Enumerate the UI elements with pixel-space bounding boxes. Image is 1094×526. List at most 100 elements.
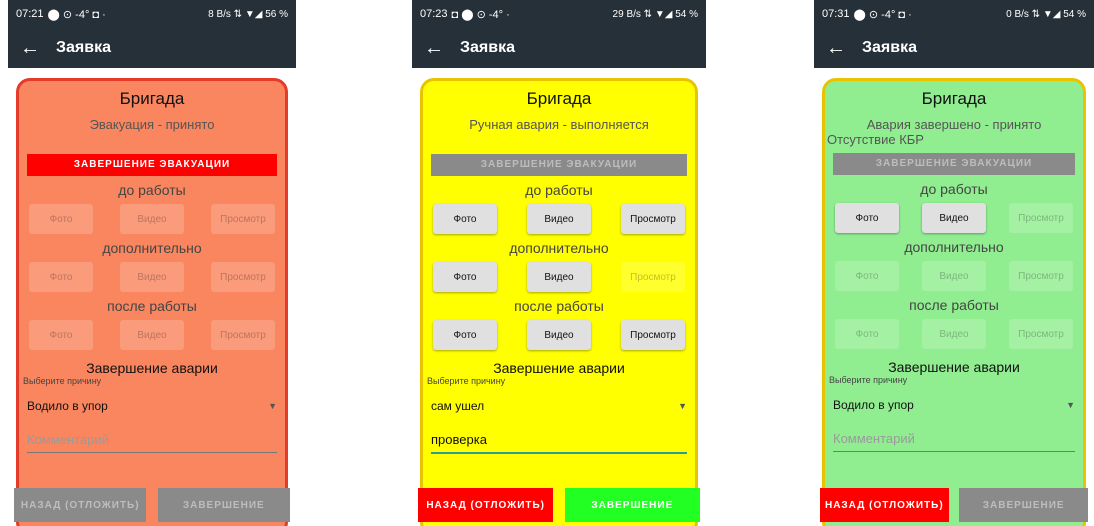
brigade-title: Бригада (921, 89, 987, 108)
section-before: до работы (525, 182, 593, 198)
extra-note: Отсутствие КБР (827, 132, 924, 147)
media-row-after: Фото Видео Просмотр (29, 320, 275, 350)
status-bar: 07:31 ⬤ ⊙ -4° ◘ · 0 B/s ⇅ ▼◢ 54 % (814, 0, 1094, 28)
section-after: после работы (107, 298, 197, 314)
network-battery: 29 B/s ⇅ ▼◢ 54 % (612, 8, 698, 20)
screen-title: Заявка (862, 39, 917, 56)
view-button-before: Просмотр (211, 204, 275, 234)
dropdown-arrow-icon: ▼ (268, 401, 277, 411)
comment-input[interactable]: проверка (431, 432, 687, 454)
comment-input[interactable]: Комментарий (27, 432, 277, 453)
status-bar: 07:23 ◘ ⬤ ⊙ -4° · 29 B/s ⇅ ▼◢ 54 % (412, 0, 706, 28)
video-button-additional[interactable]: Видео (527, 262, 591, 292)
status-indicators: ◘ ⬤ ⊙ -4° · (451, 8, 510, 21)
dropdown-arrow-icon: ▼ (1066, 400, 1075, 410)
video-button-before[interactable]: Видео (922, 203, 986, 233)
clock: 07:31 (822, 8, 850, 20)
app-bar: ← Заявка (412, 28, 706, 68)
photo-button-additional: Фото (29, 262, 93, 292)
phone-screen-green: 07:31 ⬤ ⊙ -4° ◘ · 0 B/s ⇅ ▼◢ 54 % ← Заявка Бр… (814, 0, 1094, 526)
back-arrow-icon[interactable]: ← (826, 37, 862, 60)
reason-value: сам ушел (431, 399, 485, 413)
complete-button[interactable]: ЗАВЕРШЕНИЕ (564, 488, 700, 522)
video-button-additional: Видео (120, 262, 184, 292)
photo-button-before: Фото (29, 204, 93, 234)
complete-button: ЗАВЕРШЕНИЕ (157, 488, 290, 522)
video-button-before: Видео (120, 204, 184, 234)
request-card: Бригада Ручная авария - выполняется ЗАВЕРШ… (420, 78, 698, 526)
back-postpone-button[interactable]: НАЗАД (ОТЛОЖИТЬ) (820, 488, 949, 522)
media-row-before: Фото Видео Просмотр (433, 204, 685, 234)
view-button-after: Просмотр (1009, 319, 1073, 349)
screen-title: Заявка (460, 39, 515, 56)
reason-hint: Выберите причину (427, 376, 506, 386)
reason-dropdown[interactable]: Водило в упор ▼ (833, 395, 1075, 415)
back-postpone-button[interactable]: НАЗАД (ОТЛОЖИТЬ) (418, 488, 554, 522)
finish-evacuation-button[interactable]: ЗАВЕРШЕНИЕ ЭВАКУАЦИИ (27, 154, 277, 176)
media-row-before: Фото Видео Просмотр (835, 203, 1073, 233)
section-additional: дополнительно (102, 240, 202, 256)
section-before: до работы (118, 182, 186, 198)
finish-accident-title: Завершение аварии (888, 359, 1020, 375)
brigade-title: Бригада (119, 89, 185, 108)
dropdown-arrow-icon: ▼ (678, 401, 687, 411)
status-indicators: ⬤ ⊙ -4° ◘ · (47, 8, 106, 21)
view-button-after[interactable]: Просмотр (621, 320, 685, 350)
section-additional: дополнительно (904, 239, 1004, 255)
back-arrow-icon[interactable]: ← (424, 37, 460, 60)
status-bar: 07:21 ⬤ ⊙ -4° ◘ · 8 B/s ⇅ ▼◢ 56 % (8, 0, 296, 28)
media-row-before: Фото Видео Просмотр (29, 204, 275, 234)
phone-screen-yellow: 07:23 ◘ ⬤ ⊙ -4° · 29 B/s ⇅ ▼◢ 54 % ← Заявка Б… (412, 0, 706, 526)
finish-evacuation-button: ЗАВЕРШЕНИЕ ЭВАКУАЦИИ (833, 153, 1075, 175)
clock: 07:21 (16, 8, 44, 20)
section-after: после работы (514, 298, 604, 314)
view-button-additional: Просмотр (1009, 261, 1073, 291)
photo-button-before[interactable]: Фото (835, 203, 899, 233)
reason-hint: Выберите причину (829, 375, 908, 385)
video-button-additional: Видео (922, 261, 986, 291)
network-battery: 8 B/s ⇅ ▼◢ 56 % (208, 8, 288, 20)
request-card: Бригада Авария завершено - принято Отсутст… (822, 78, 1086, 526)
video-button-after: Видео (922, 319, 986, 349)
phone-screen-orange: 07:21 ⬤ ⊙ -4° ◘ · 8 B/s ⇅ ▼◢ 56 % ← Заявка Бр… (8, 0, 296, 526)
reason-dropdown[interactable]: сам ушел ▼ (431, 396, 687, 416)
status-indicators: ⬤ ⊙ -4° ◘ · (853, 8, 912, 21)
section-before: до работы (920, 181, 988, 197)
reason-value: Водило в упор (833, 398, 914, 412)
request-status: Ручная авария - выполняется (469, 117, 649, 132)
video-button-after[interactable]: Видео (527, 320, 591, 350)
reason-hint: Выберите причину (23, 376, 102, 386)
media-row-after: Фото Видео Просмотр (835, 319, 1073, 349)
comment-input[interactable]: Комментарий (833, 431, 1075, 452)
finish-accident-title: Завершение аварии (493, 360, 625, 376)
brigade-title: Бригада (526, 89, 592, 108)
view-button-additional: Просмотр (621, 262, 685, 292)
photo-button-after: Фото (835, 319, 899, 349)
clock: 07:23 (420, 8, 448, 20)
media-row-additional: Фото Видео Просмотр (29, 262, 275, 292)
complete-button: ЗАВЕРШЕНИЕ (959, 488, 1088, 522)
bottom-actions: НАЗАД (ОТЛОЖИТЬ) ЗАВЕРШЕНИЕ (418, 488, 700, 522)
bottom-actions: НАЗАД (ОТЛОЖИТЬ) ЗАВЕРШЕНИЕ (820, 488, 1088, 522)
photo-button-before[interactable]: Фото (433, 204, 497, 234)
photo-button-additional: Фото (835, 261, 899, 291)
media-row-additional: Фото Видео Просмотр (835, 261, 1073, 291)
request-status: Авария завершено - принято (866, 117, 1042, 132)
finish-accident-title: Завершение аварии (86, 360, 218, 376)
view-button-after: Просмотр (211, 320, 275, 350)
photo-button-after[interactable]: Фото (433, 320, 497, 350)
media-row-after: Фото Видео Просмотр (433, 320, 685, 350)
video-button-before[interactable]: Видео (527, 204, 591, 234)
back-arrow-icon[interactable]: ← (20, 37, 56, 60)
view-button-before[interactable]: Просмотр (621, 204, 685, 234)
finish-evacuation-button: ЗАВЕРШЕНИЕ ЭВАКУАЦИИ (431, 154, 687, 176)
request-status: Эвакуация - принято (89, 117, 215, 132)
request-card: Бригада Эвакуация - принято ЗАВЕРШЕНИЕ ЭВА… (16, 78, 288, 526)
reason-value: Водило в упор (27, 399, 108, 413)
photo-button-additional[interactable]: Фото (433, 262, 497, 292)
screen-title: Заявка (56, 39, 111, 56)
section-after: после работы (909, 297, 999, 313)
media-row-additional: Фото Видео Просмотр (433, 262, 685, 292)
reason-dropdown[interactable]: Водило в упор ▼ (27, 396, 277, 416)
back-postpone-button: НАЗАД (ОТЛОЖИТЬ) (14, 488, 147, 522)
